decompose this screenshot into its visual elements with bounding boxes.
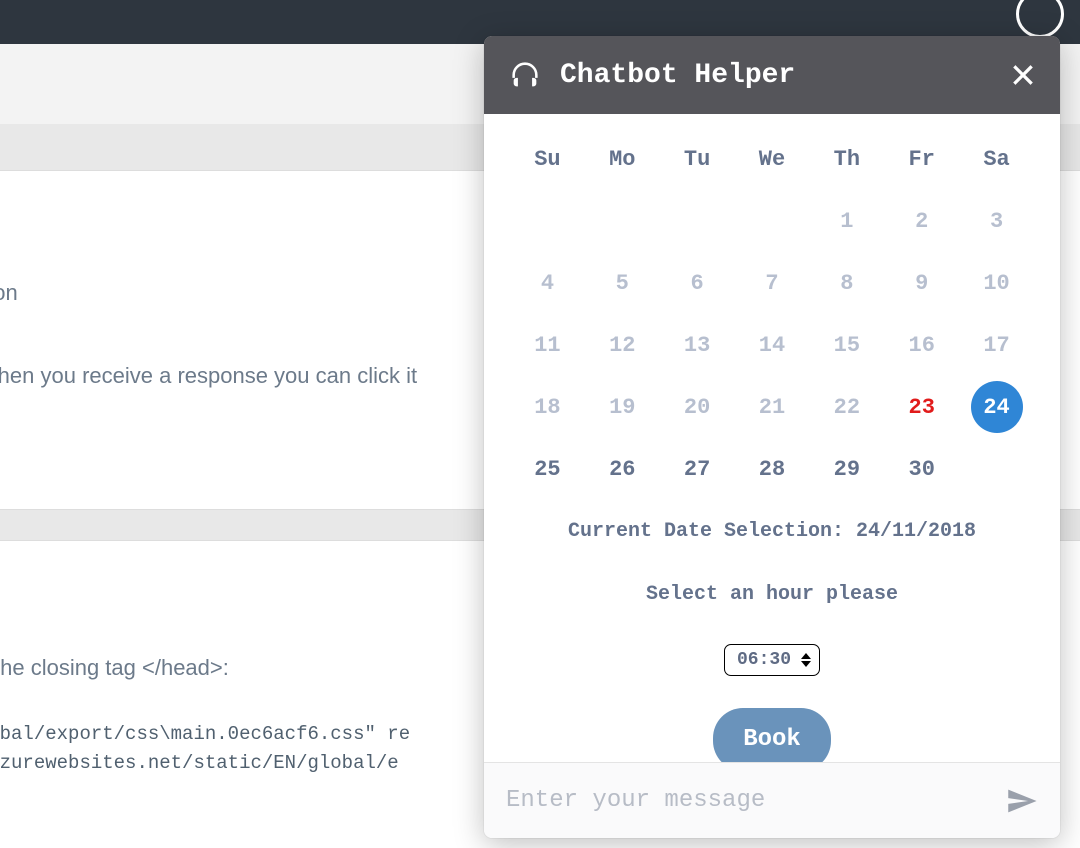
calendar-day[interactable]: 19 bbox=[585, 376, 660, 438]
calendar-day[interactable]: 25 bbox=[510, 438, 585, 500]
calendar-dow: We bbox=[735, 128, 810, 190]
background-text: ation bbox=[0, 280, 18, 306]
calendar-day[interactable]: 8 bbox=[809, 252, 884, 314]
time-select[interactable]: 06:30 bbox=[724, 644, 820, 676]
calendar-day[interactable]: 28 bbox=[735, 438, 810, 500]
calendar-day[interactable]: 20 bbox=[660, 376, 735, 438]
close-icon[interactable] bbox=[1010, 62, 1036, 88]
calendar-day[interactable]: 2 bbox=[884, 190, 959, 252]
calendar-day[interactable]: 14 bbox=[735, 314, 810, 376]
calendar-dow: Sa bbox=[959, 128, 1034, 190]
calendar-dow: Tu bbox=[660, 128, 735, 190]
calendar-day[interactable]: 17 bbox=[959, 314, 1034, 376]
calendar-day[interactable]: 11 bbox=[510, 314, 585, 376]
time-value: 06:30 bbox=[737, 650, 791, 670]
chat-input-bar bbox=[484, 762, 1060, 838]
calendar-day[interactable]: 13 bbox=[660, 314, 735, 376]
chat-body: SuMoTuWeThFrSa 1234567891011121314151617… bbox=[484, 114, 1060, 762]
date-selection-status: Current Date Selection: 24/11/2018 bbox=[510, 520, 1034, 543]
calendar-day[interactable]: 4 bbox=[510, 252, 585, 314]
calendar-day[interactable]: 6 bbox=[660, 252, 735, 314]
calendar-day[interactable]: 5 bbox=[585, 252, 660, 314]
calendar-day[interactable]: 18 bbox=[510, 376, 585, 438]
calendar: SuMoTuWeThFrSa 1234567891011121314151617… bbox=[510, 128, 1034, 500]
calendar-day[interactable]: 1 bbox=[809, 190, 884, 252]
status-prefix: Current Date Selection: bbox=[568, 520, 856, 543]
calendar-day[interactable]: 10 bbox=[959, 252, 1034, 314]
calendar-day[interactable]: 30 bbox=[884, 438, 959, 500]
status-value: 24/11/2018 bbox=[856, 520, 976, 543]
calendar-day[interactable]: 7 bbox=[735, 252, 810, 314]
calendar-day[interactable]: 12 bbox=[585, 314, 660, 376]
calendar-day[interactable]: 24 bbox=[959, 376, 1034, 438]
calendar-dow: Su bbox=[510, 128, 585, 190]
headphones-icon bbox=[508, 58, 542, 92]
calendar-day[interactable]: 22 bbox=[809, 376, 884, 438]
background-code: /static/EN/global/export/css\main.0ec6ac… bbox=[0, 720, 410, 779]
calendar-dow: Mo bbox=[585, 128, 660, 190]
calendar-day[interactable]: 21 bbox=[735, 376, 810, 438]
chat-title: Chatbot Helper bbox=[560, 60, 992, 91]
chevron-up-icon[interactable] bbox=[801, 653, 811, 659]
profile-avatar[interactable] bbox=[1016, 0, 1064, 38]
calendar-day[interactable]: 23 bbox=[884, 376, 959, 438]
chat-widget: Chatbot Helper SuMoTuWeThFrSa 1234567891… bbox=[484, 36, 1060, 838]
calendar-dow: Fr bbox=[884, 128, 959, 190]
background-text: fore the closing tag </head>: bbox=[0, 655, 229, 681]
chevron-down-icon[interactable] bbox=[801, 661, 811, 667]
calendar-day[interactable]: 26 bbox=[585, 438, 660, 500]
calendar-day[interactable]: 9 bbox=[884, 252, 959, 314]
chat-header: Chatbot Helper bbox=[484, 36, 1060, 114]
message-input[interactable] bbox=[506, 787, 992, 814]
send-icon[interactable] bbox=[1004, 784, 1038, 818]
calendar-day[interactable]: 3 bbox=[959, 190, 1034, 252]
calendar-day[interactable]: 16 bbox=[884, 314, 959, 376]
book-button[interactable]: Book bbox=[713, 708, 831, 762]
hour-prompt: Select an hour please bbox=[510, 583, 1034, 606]
calendar-dow: Th bbox=[809, 128, 884, 190]
time-stepper[interactable] bbox=[801, 653, 811, 667]
calendar-day[interactable]: 29 bbox=[809, 438, 884, 500]
calendar-day[interactable]: 15 bbox=[809, 314, 884, 376]
background-text: w. When you receive a response you can c… bbox=[0, 363, 417, 389]
calendar-day[interactable]: 27 bbox=[660, 438, 735, 500]
